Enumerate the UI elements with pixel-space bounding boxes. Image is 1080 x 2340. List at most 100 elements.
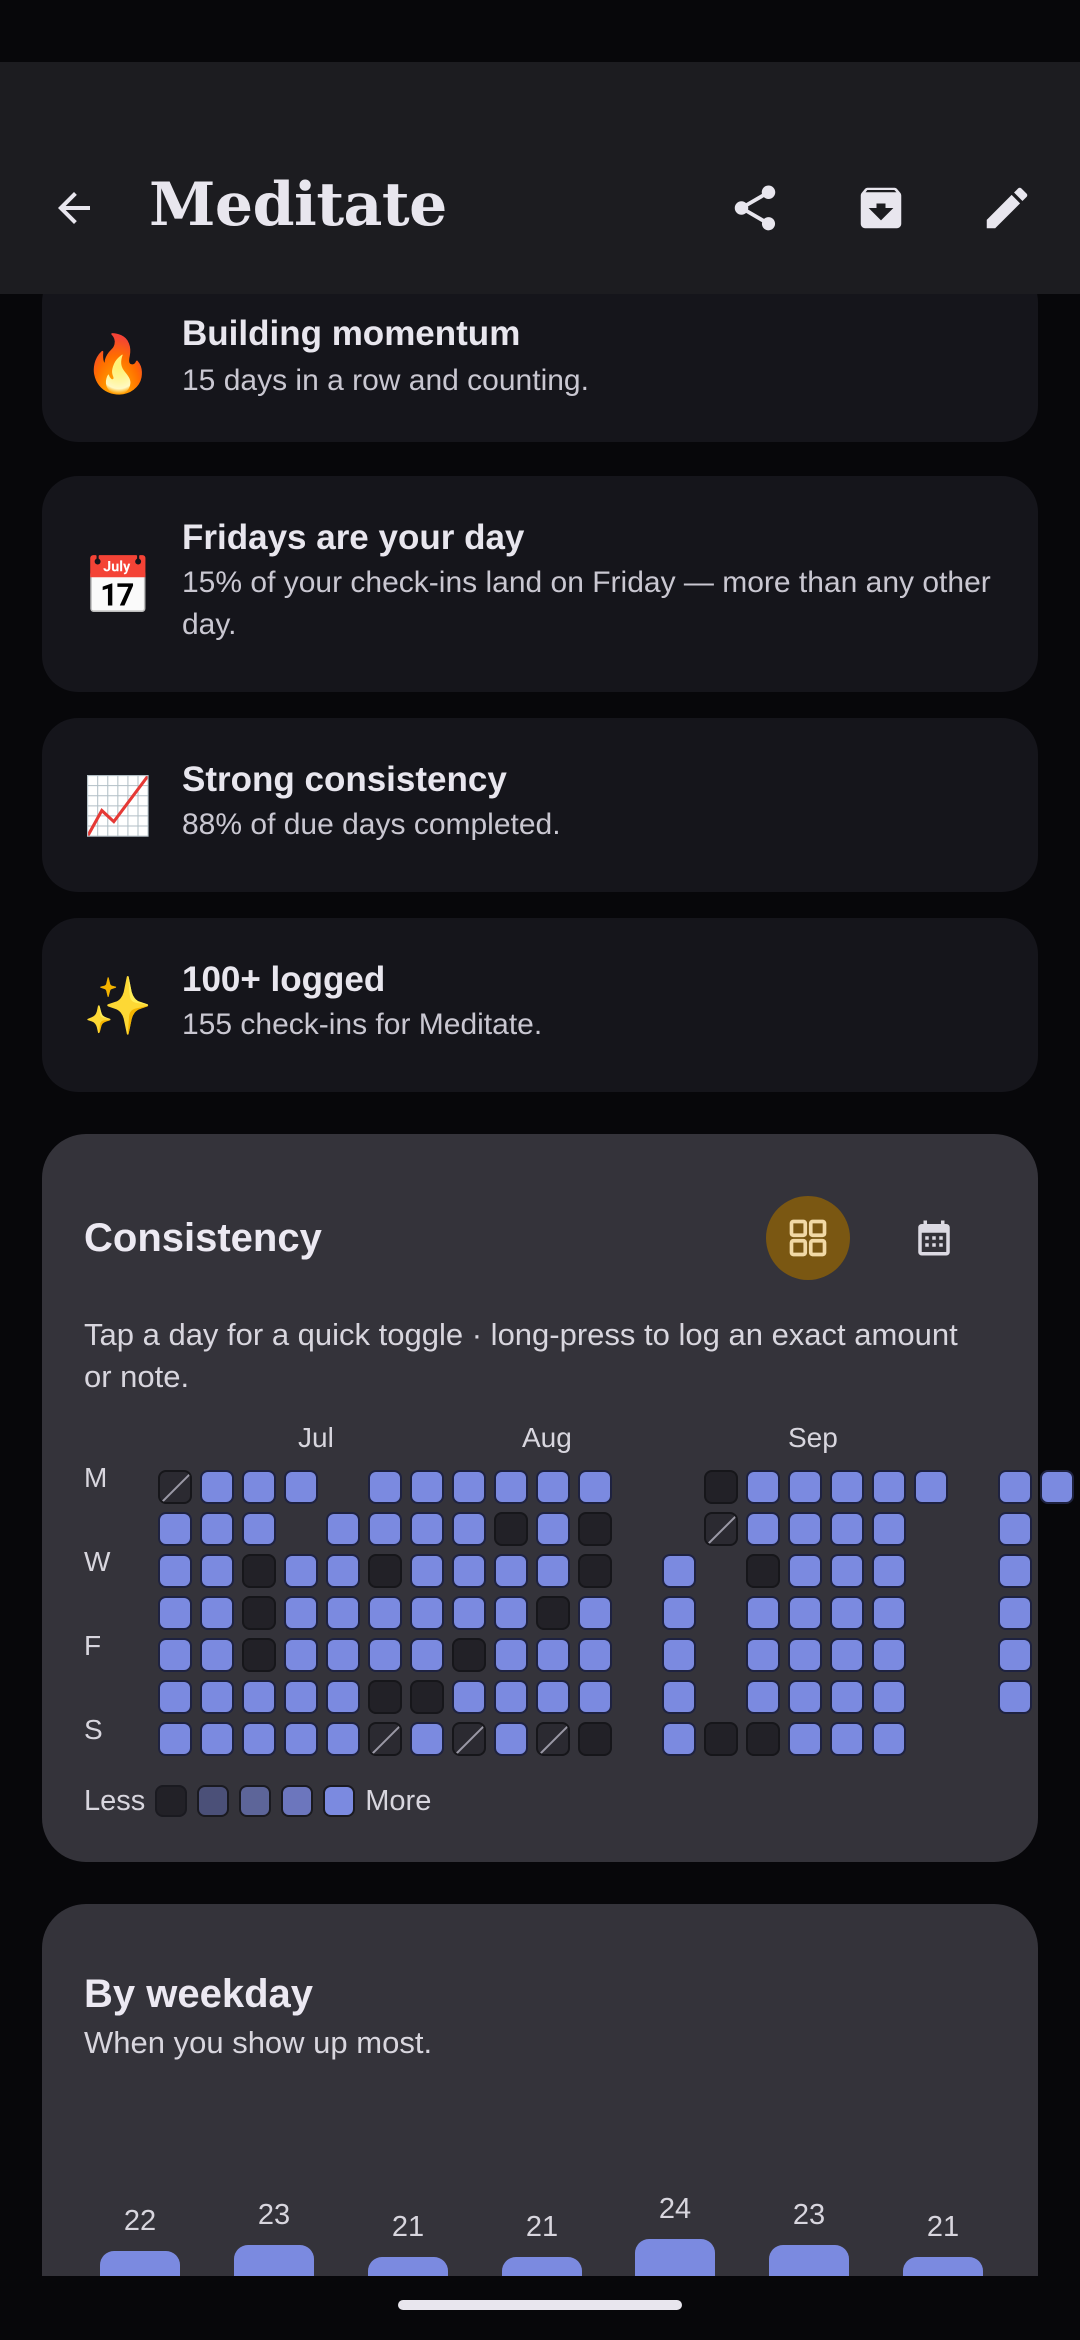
heatmap-day-cell[interactable] bbox=[746, 1638, 780, 1672]
heatmap-day-cell[interactable] bbox=[746, 1596, 780, 1630]
heatmap-day-cell[interactable] bbox=[746, 1722, 780, 1756]
heatmap-day-cell[interactable] bbox=[830, 1680, 864, 1714]
heatmap-day-cell[interactable] bbox=[284, 1680, 318, 1714]
heatmap-day-cell[interactable] bbox=[662, 1554, 696, 1588]
heatmap-day-cell[interactable] bbox=[326, 1554, 360, 1588]
heatmap-day-cell[interactable] bbox=[872, 1512, 906, 1546]
heatmap-day-cell[interactable] bbox=[746, 1470, 780, 1504]
heatmap-day-cell[interactable] bbox=[494, 1470, 528, 1504]
heatmap-day-cell[interactable] bbox=[452, 1722, 486, 1756]
heatmap-day-cell[interactable] bbox=[410, 1680, 444, 1714]
heatmap-day-cell[interactable] bbox=[494, 1596, 528, 1630]
heatmap-day-cell[interactable] bbox=[452, 1596, 486, 1630]
heatmap-day-cell[interactable] bbox=[536, 1512, 570, 1546]
heatmap-day-cell[interactable] bbox=[536, 1680, 570, 1714]
heatmap-day-cell[interactable] bbox=[284, 1470, 318, 1504]
heatmap-day-cell[interactable] bbox=[200, 1596, 234, 1630]
heatmap-day-cell[interactable] bbox=[662, 1680, 696, 1714]
heatmap-day-cell[interactable] bbox=[326, 1638, 360, 1672]
heatmap-day-cell[interactable] bbox=[158, 1722, 192, 1756]
heatmap-day-cell[interactable] bbox=[158, 1554, 192, 1588]
heatmap-day-cell[interactable] bbox=[788, 1512, 822, 1546]
heatmap-day-cell[interactable] bbox=[284, 1722, 318, 1756]
heatmap-day-cell[interactable] bbox=[536, 1554, 570, 1588]
heatmap-day-cell[interactable] bbox=[872, 1470, 906, 1504]
heatmap-day-cell[interactable] bbox=[368, 1722, 402, 1756]
heatmap-day-cell[interactable] bbox=[830, 1596, 864, 1630]
heatmap-day-cell[interactable] bbox=[284, 1638, 318, 1672]
heatmap-day-cell[interactable] bbox=[284, 1554, 318, 1588]
heatmap-day-cell[interactable] bbox=[662, 1722, 696, 1756]
heatmap-day-cell[interactable] bbox=[578, 1470, 612, 1504]
heatmap-day-cell[interactable] bbox=[284, 1596, 318, 1630]
heatmap-day-cell[interactable] bbox=[872, 1638, 906, 1672]
edit-button[interactable] bbox=[974, 175, 1040, 241]
heatmap-day-cell[interactable] bbox=[830, 1512, 864, 1546]
heatmap-day-cell[interactable] bbox=[158, 1638, 192, 1672]
heatmap-day-cell[interactable] bbox=[998, 1512, 1032, 1546]
heatmap-day-cell[interactable] bbox=[242, 1638, 276, 1672]
heatmap-day-cell[interactable] bbox=[242, 1596, 276, 1630]
heatmap-day-cell[interactable] bbox=[872, 1554, 906, 1588]
heatmap-day-cell[interactable] bbox=[326, 1512, 360, 1546]
heatmap-day-cell[interactable] bbox=[578, 1596, 612, 1630]
heatmap-day-cell[interactable] bbox=[452, 1512, 486, 1546]
heatmap-day-cell[interactable] bbox=[410, 1638, 444, 1672]
heatmap-day-cell[interactable] bbox=[872, 1596, 906, 1630]
heatmap-day-cell[interactable] bbox=[578, 1680, 612, 1714]
heatmap-day-cell[interactable] bbox=[452, 1638, 486, 1672]
heatmap-day-cell[interactable] bbox=[200, 1638, 234, 1672]
heatmap-day-cell[interactable] bbox=[704, 1512, 738, 1546]
archive-button[interactable] bbox=[848, 175, 914, 241]
heatmap-day-cell[interactable] bbox=[158, 1512, 192, 1546]
heatmap-day-cell[interactable] bbox=[494, 1680, 528, 1714]
heatmap-day-cell[interactable] bbox=[578, 1512, 612, 1546]
heatmap-day-cell[interactable] bbox=[494, 1722, 528, 1756]
heatmap-day-cell[interactable] bbox=[368, 1596, 402, 1630]
heatmap-day-cell[interactable] bbox=[368, 1554, 402, 1588]
heatmap-day-cell[interactable] bbox=[536, 1470, 570, 1504]
heatmap-day-cell[interactable] bbox=[998, 1554, 1032, 1588]
heatmap-day-cell[interactable] bbox=[158, 1680, 192, 1714]
heatmap-day-cell[interactable] bbox=[704, 1722, 738, 1756]
heatmap-day-cell[interactable] bbox=[536, 1722, 570, 1756]
heatmap-day-cell[interactable] bbox=[368, 1638, 402, 1672]
heatmap-day-cell[interactable] bbox=[452, 1470, 486, 1504]
heatmap-day-cell[interactable] bbox=[200, 1554, 234, 1588]
heatmap-day-cell[interactable] bbox=[830, 1638, 864, 1672]
home-indicator[interactable] bbox=[398, 2300, 682, 2310]
heatmap-day-cell[interactable] bbox=[494, 1512, 528, 1546]
heatmap-day-cell[interactable] bbox=[494, 1638, 528, 1672]
heatmap-day-cell[interactable] bbox=[536, 1638, 570, 1672]
heatmap-day-cell[interactable] bbox=[998, 1596, 1032, 1630]
heatmap-day-cell[interactable] bbox=[242, 1470, 276, 1504]
heatmap-day-cell[interactable] bbox=[200, 1722, 234, 1756]
heatmap-day-cell[interactable] bbox=[410, 1512, 444, 1546]
heatmap-day-cell[interactable] bbox=[200, 1512, 234, 1546]
heatmap-day-cell[interactable] bbox=[788, 1680, 822, 1714]
heatmap-day-cell[interactable] bbox=[662, 1638, 696, 1672]
heatmap-day-cell[interactable] bbox=[242, 1680, 276, 1714]
heatmap-day-cell[interactable] bbox=[788, 1596, 822, 1630]
heatmap-day-cell[interactable] bbox=[746, 1554, 780, 1588]
heatmap-day-cell[interactable] bbox=[368, 1680, 402, 1714]
heatmap-day-cell[interactable] bbox=[326, 1722, 360, 1756]
heatmap-day-cell[interactable] bbox=[368, 1470, 402, 1504]
heatmap-day-cell[interactable] bbox=[326, 1680, 360, 1714]
heatmap-day-cell[interactable] bbox=[578, 1554, 612, 1588]
heatmap-day-cell[interactable] bbox=[830, 1470, 864, 1504]
heatmap-day-cell[interactable] bbox=[914, 1470, 948, 1504]
heatmap-day-cell[interactable] bbox=[368, 1512, 402, 1546]
back-button[interactable] bbox=[44, 178, 104, 238]
heatmap-day-cell[interactable] bbox=[242, 1554, 276, 1588]
heatmap-day-cell[interactable] bbox=[788, 1554, 822, 1588]
heatmap-day-cell[interactable] bbox=[788, 1638, 822, 1672]
heatmap-day-cell[interactable] bbox=[494, 1554, 528, 1588]
heatmap-day-cell[interactable] bbox=[410, 1554, 444, 1588]
heatmap-day-cell[interactable] bbox=[998, 1638, 1032, 1672]
scroll-content[interactable]: 🔥 Building momentum 15 days in a row and… bbox=[0, 294, 1080, 2276]
heatmap-day-cell[interactable] bbox=[578, 1638, 612, 1672]
heatmap-day-cell[interactable] bbox=[452, 1554, 486, 1588]
heatmap-day-cell[interactable] bbox=[998, 1680, 1032, 1714]
heatmap-day-cell[interactable] bbox=[452, 1680, 486, 1714]
